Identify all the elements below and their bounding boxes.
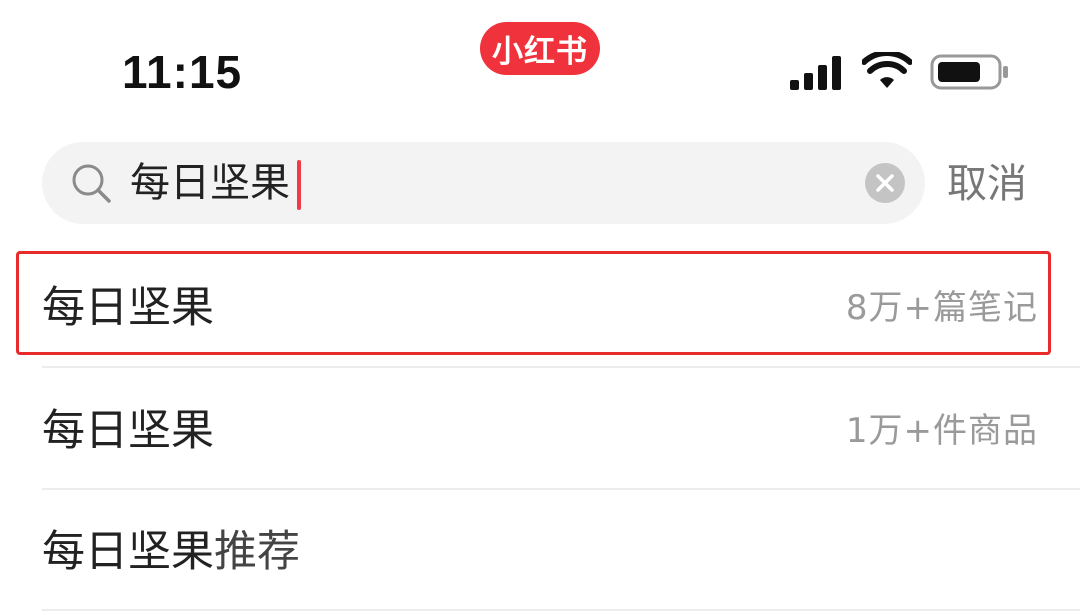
search-input[interactable]: 每日坚果 [130,154,290,212]
suggestion-term: 每日坚果 [42,406,214,456]
text-cursor [297,160,301,210]
cancel-button[interactable]: 取消 [947,155,1027,213]
suggestion-term: 每日坚果推荐 [42,524,300,580]
list-item[interactable]: 每日坚果推荐 [42,491,1038,611]
suggestion-meta: 1万+件商品 [845,411,1038,451]
divider [42,366,1080,368]
search-icon [72,164,111,203]
clear-icon[interactable] [864,162,906,204]
divider [42,488,1080,490]
signal-icon [790,56,841,90]
highlight-annotation [16,251,1051,355]
list-item[interactable]: 每日坚果 1万+件商品 [42,370,1038,490]
suggestion-term-match: 每日坚果 [42,527,214,577]
suggestion-term-suffix: 推荐 [214,527,300,577]
battery-icon [930,54,1008,90]
status-time: 11:15 [122,46,243,98]
wifi-icon [862,52,912,88]
app-logo-badge: 小红书 [480,22,600,75]
search-bar[interactable]: 每日坚果 [42,142,925,224]
divider [42,609,1080,611]
